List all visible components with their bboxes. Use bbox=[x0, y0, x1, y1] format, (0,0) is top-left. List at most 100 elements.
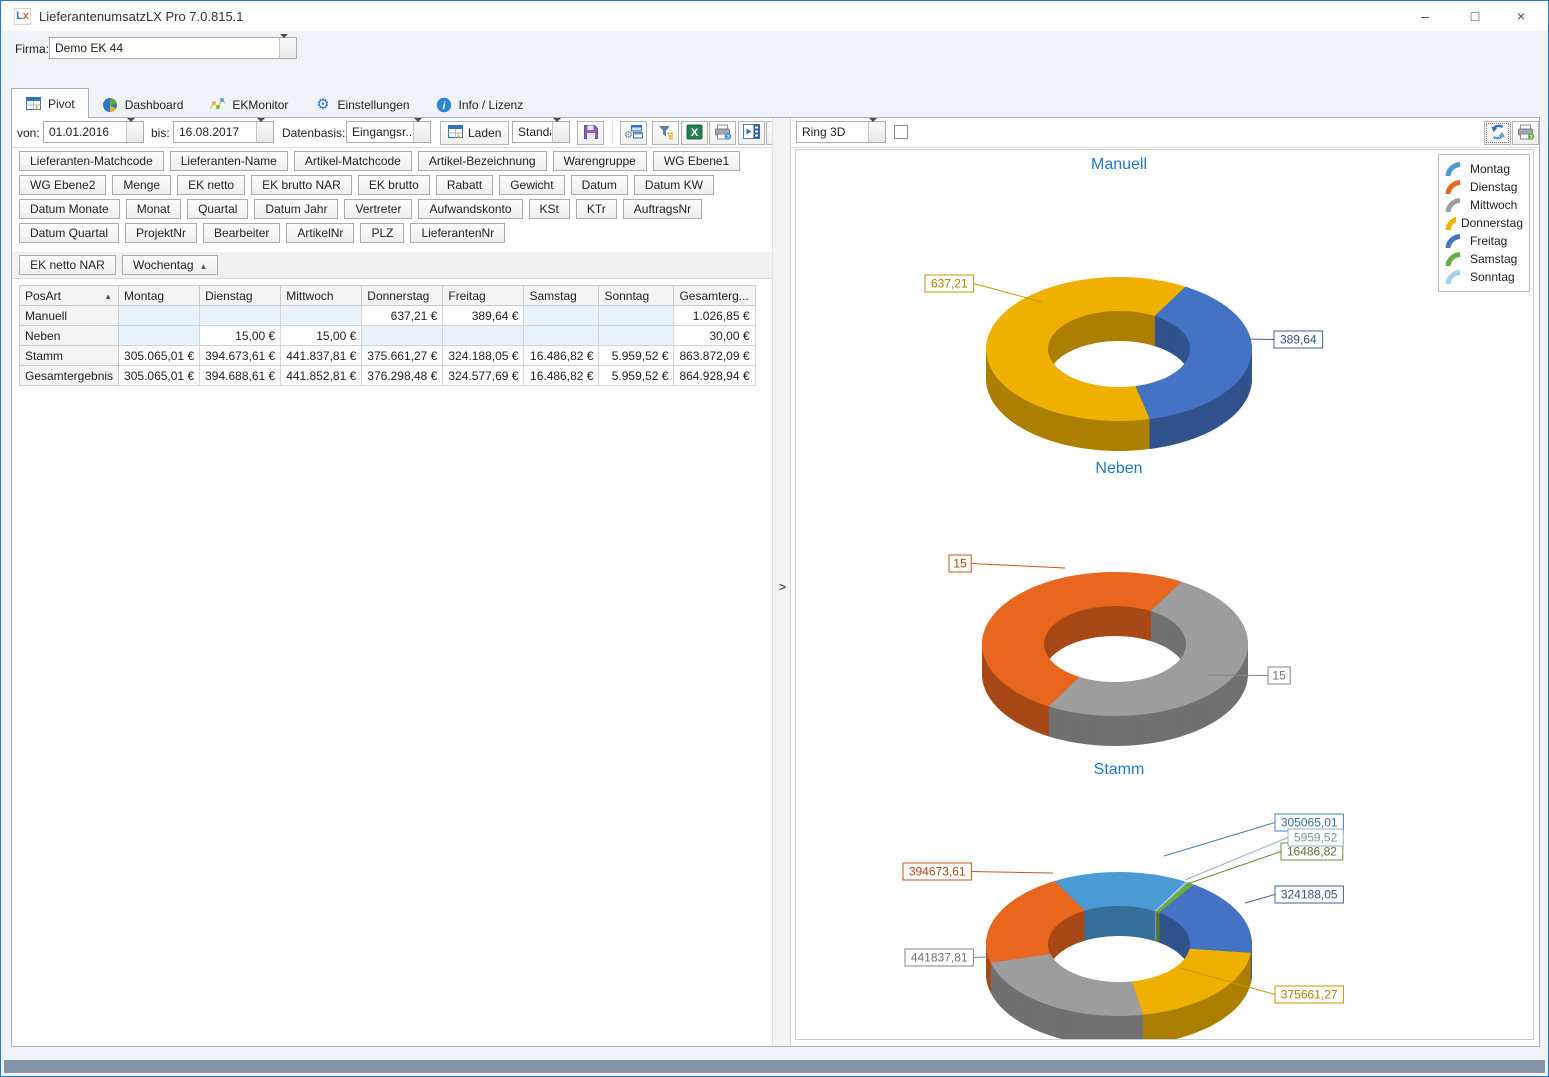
pivot-cell[interactable]: 16.486,82 € bbox=[524, 346, 599, 366]
pivot-cell[interactable]: 305.065,01 € bbox=[119, 346, 200, 366]
pivot-cell[interactable]: 324.188,05 € bbox=[443, 346, 524, 366]
pivot-column-header[interactable]: Montag bbox=[119, 286, 200, 306]
collapse-arrow-icon[interactable]: > bbox=[779, 580, 786, 594]
field-button[interactable]: Datum Jahr bbox=[254, 199, 338, 219]
date-from-picker[interactable]: 01.01.2016 bbox=[43, 121, 144, 143]
field-button[interactable]: WG Ebene2 bbox=[19, 175, 106, 195]
pivot-cell[interactable]: 441.837,81 € bbox=[281, 346, 362, 366]
field-button[interactable]: Rabatt bbox=[436, 175, 493, 195]
laden-button[interactable]: Σ Laden bbox=[440, 121, 509, 145]
save-layout-button[interactable] bbox=[577, 121, 604, 145]
pivot-cell[interactable]: 863.872,09 € bbox=[674, 346, 755, 366]
pivot-column-header[interactable]: Dienstag bbox=[200, 286, 281, 306]
date-from-dropdown-button[interactable] bbox=[126, 122, 143, 142]
pivot-column-header[interactable]: Freitag bbox=[443, 286, 524, 306]
pane-splitter[interactable]: > bbox=[772, 118, 791, 1046]
field-button[interactable]: KTr bbox=[576, 199, 617, 219]
field-button[interactable]: Datum KW bbox=[634, 175, 714, 195]
field-button[interactable]: KSt bbox=[529, 199, 570, 219]
field-button[interactable]: Artikel-Bezeichnung bbox=[418, 151, 547, 171]
field-button[interactable]: Gewicht bbox=[499, 175, 564, 195]
field-button[interactable]: Vertreter bbox=[344, 199, 412, 219]
pivot-cell[interactable]: 15,00 € bbox=[200, 326, 281, 346]
pivot-column-header[interactable]: Samstag bbox=[524, 286, 599, 306]
pivot-cell[interactable] bbox=[524, 326, 599, 346]
field-button[interactable]: EK netto bbox=[177, 175, 245, 195]
pivot-cell[interactable] bbox=[362, 326, 443, 346]
pivot-cell[interactable]: 864.928,94 € bbox=[674, 366, 755, 386]
firma-dropdown-button[interactable] bbox=[279, 38, 296, 58]
pivot-cell[interactable]: 376.298,48 € bbox=[362, 366, 443, 386]
close-button[interactable]: × bbox=[1498, 1, 1544, 31]
field-button[interactable]: PLZ bbox=[360, 223, 404, 243]
pivot-column-header[interactable]: Sonntag bbox=[599, 286, 674, 306]
chart-option-checkbox[interactable] bbox=[894, 125, 908, 139]
pivot-column-header[interactable]: Mittwoch bbox=[281, 286, 362, 306]
layout-dropdown-button[interactable] bbox=[552, 122, 569, 142]
field-button[interactable]: Monat bbox=[126, 199, 181, 219]
field-button[interactable]: Datum Monate bbox=[19, 199, 120, 219]
pivot-cell[interactable] bbox=[281, 306, 362, 326]
pivot-cell[interactable]: 375.661,27 € bbox=[362, 346, 443, 366]
chart-type-combobox[interactable]: Ring 3D bbox=[796, 121, 886, 143]
row-field-button[interactable]: PosArt▲ bbox=[20, 286, 119, 306]
pivot-row-header[interactable]: Manuell bbox=[20, 306, 119, 326]
pivot-cell[interactable]: 30,00 € bbox=[674, 326, 755, 346]
print-chart-button[interactable]: ? bbox=[1512, 121, 1539, 145]
pivot-cell[interactable]: 389,64 € bbox=[443, 306, 524, 326]
layout-combobox[interactable]: Standa bbox=[512, 121, 570, 143]
pivot-row-header[interactable]: Stamm bbox=[20, 346, 119, 366]
filter-button[interactable] bbox=[652, 121, 679, 145]
preview-button[interactable] bbox=[738, 121, 765, 145]
minimize-button[interactable]: – bbox=[1402, 1, 1448, 31]
field-button[interactable]: Aufwandskonto bbox=[418, 199, 522, 219]
pivot-cell[interactable]: 441.852,81 € bbox=[281, 366, 362, 386]
field-button[interactable]: Quartal bbox=[187, 199, 248, 219]
pivot-cell[interactable]: 394.688,61 € bbox=[200, 366, 281, 386]
chart-type-dropdown-button[interactable] bbox=[868, 122, 885, 142]
tab-info[interactable]: iInfo / Lizenz bbox=[423, 91, 537, 118]
pivot-cell[interactable] bbox=[524, 306, 599, 326]
pivot-cell[interactable] bbox=[599, 326, 674, 346]
tab-pivot[interactable]: ΣPivot bbox=[11, 88, 89, 118]
field-button[interactable]: Lieferanten-Name bbox=[170, 151, 288, 171]
field-button[interactable]: Warengruppe bbox=[553, 151, 647, 171]
pivot-column-header[interactable]: Donnerstag bbox=[362, 286, 443, 306]
pivot-row-header[interactable]: Gesamtergebnis bbox=[20, 366, 119, 386]
excel-export-button[interactable]: X bbox=[681, 121, 708, 145]
field-button[interactable]: LieferantenNr bbox=[410, 223, 505, 243]
tab-ekmonitor[interactable]: EKMonitor bbox=[196, 91, 301, 118]
field-button[interactable]: Lieferanten-Matchcode bbox=[19, 151, 164, 171]
field-button[interactable]: EK brutto NAR bbox=[251, 175, 352, 195]
tab-einstellungen[interactable]: ⚙Einstellungen bbox=[301, 91, 422, 118]
pivot-cell[interactable]: 637,21 € bbox=[362, 306, 443, 326]
datenbasis-combobox[interactable]: Eingangsr... bbox=[346, 121, 431, 143]
field-chooser-button[interactable]: ⚙ bbox=[620, 121, 647, 145]
rotate-chart-button[interactable] bbox=[1484, 121, 1511, 145]
datenbasis-dropdown-button[interactable] bbox=[413, 122, 430, 142]
pivot-cell[interactable] bbox=[119, 326, 200, 346]
maximize-button[interactable]: □ bbox=[1452, 1, 1498, 31]
date-to-picker[interactable]: 16.08.2017 bbox=[173, 121, 274, 143]
field-button[interactable]: WG Ebene1 bbox=[653, 151, 740, 171]
pivot-cell[interactable]: 16.486,82 € bbox=[524, 366, 599, 386]
field-button[interactable]: Datum bbox=[571, 175, 628, 195]
pivot-cell[interactable]: 305.065,01 € bbox=[119, 366, 200, 386]
pivot-cell[interactable] bbox=[443, 326, 524, 346]
field-button[interactable]: Menge bbox=[112, 175, 171, 195]
pivot-cell[interactable]: 15,00 € bbox=[281, 326, 362, 346]
field-button[interactable]: EK brutto bbox=[358, 175, 430, 195]
pivot-cell[interactable]: 5.959,52 € bbox=[599, 366, 674, 386]
firma-combobox[interactable]: Demo EK 44 bbox=[49, 37, 297, 59]
field-button[interactable]: ProjektNr bbox=[125, 223, 197, 243]
pivot-cell[interactable] bbox=[599, 306, 674, 326]
pivot-cell[interactable]: 394.673,61 € bbox=[200, 346, 281, 366]
column-field-button[interactable]: Wochentag▲ bbox=[122, 255, 218, 275]
pivot-cell[interactable]: 1.026,85 € bbox=[674, 306, 755, 326]
pivot-cell[interactable] bbox=[119, 306, 200, 326]
tab-dashboard[interactable]: Dashboard bbox=[89, 91, 197, 118]
pivot-cell[interactable]: 5.959,52 € bbox=[599, 346, 674, 366]
field-button[interactable]: Bearbeiter bbox=[203, 223, 280, 243]
date-to-dropdown-button[interactable] bbox=[256, 122, 273, 142]
print-button[interactable]: ? bbox=[709, 121, 736, 145]
